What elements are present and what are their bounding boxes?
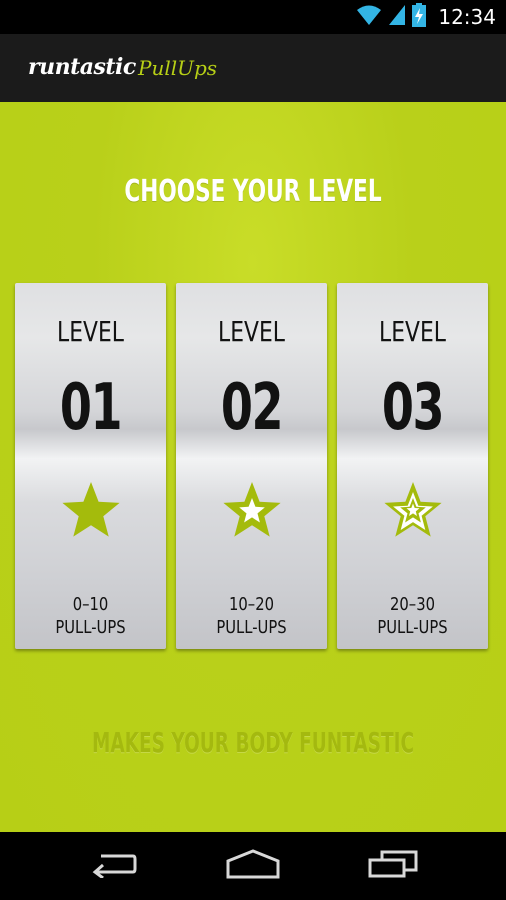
back-button[interactable]	[68, 832, 158, 900]
recent-apps-button[interactable]	[348, 832, 438, 900]
level-card-02[interactable]: LEVEL 02 10–20 PULL-UPS	[176, 283, 327, 649]
level-range: 10–20	[229, 594, 274, 615]
level-range: 0–10	[72, 594, 109, 615]
level-card-03[interactable]: LEVEL 03 20–30 PULL-UPS	[337, 283, 488, 649]
navigation-bar	[0, 832, 506, 900]
signal-icon	[388, 4, 406, 30]
status-bar: 12:34	[0, 0, 506, 34]
level-number: 01	[59, 371, 123, 445]
battery-charging-icon	[412, 3, 427, 31]
status-clock: 12:34	[438, 5, 496, 29]
page-title: CHOOSE YOUR LEVEL	[124, 174, 382, 209]
level-card-01[interactable]: LEVEL 01 0–10 PULL-UPS	[15, 283, 166, 649]
status-icons: 12:34	[356, 0, 496, 34]
app-logo: runtastic	[28, 54, 136, 80]
home-icon	[226, 849, 280, 883]
back-icon	[89, 850, 137, 882]
app-logo-subtitle: PullUps	[138, 56, 218, 80]
level-label: LEVEL	[57, 315, 124, 348]
level-unit: PULL-UPS	[216, 617, 287, 638]
recent-apps-icon	[368, 850, 418, 882]
wifi-icon	[356, 4, 382, 30]
level-range: 20–30	[390, 594, 435, 615]
star-filled-icon	[60, 480, 122, 540]
star-outline-icon	[221, 480, 283, 540]
level-label: LEVEL	[218, 315, 285, 348]
level-label: LEVEL	[379, 315, 446, 348]
star-double-outline-icon	[382, 480, 444, 540]
main-content: CHOOSE YOUR LEVEL LEVEL 01 0–10 PULL-UPS…	[0, 102, 506, 832]
level-number: 02	[220, 371, 284, 445]
home-button[interactable]	[208, 832, 298, 900]
tagline: MAKES YOUR BODY FUNTASTIC	[91, 726, 415, 759]
app-bar: runtastic PullUps	[0, 34, 506, 102]
level-number: 03	[381, 371, 445, 445]
level-unit: PULL-UPS	[55, 617, 126, 638]
level-unit: PULL-UPS	[377, 617, 448, 638]
